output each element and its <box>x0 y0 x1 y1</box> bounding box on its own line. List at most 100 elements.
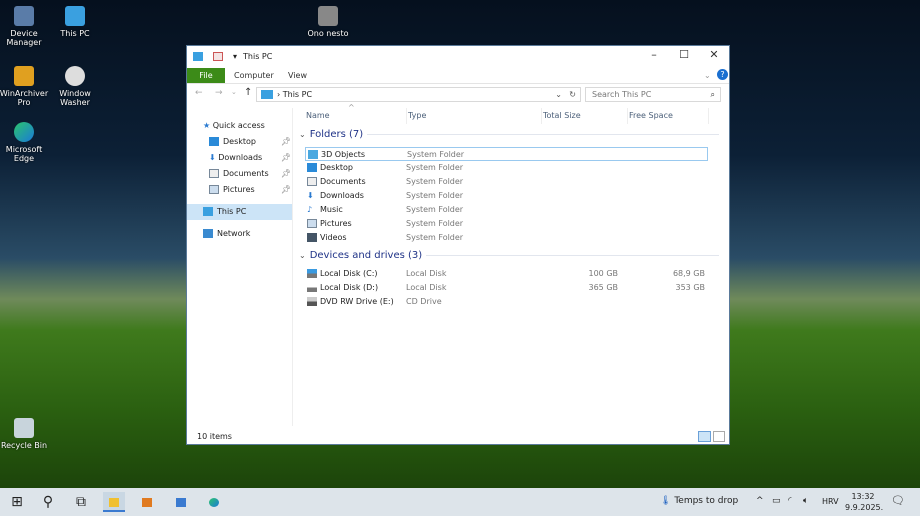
drive-row[interactable]: Local Disk (D:) Local Disk 365 GB 353 GB <box>305 281 708 295</box>
breadcrumb[interactable]: This PC <box>283 90 312 99</box>
nav-network[interactable]: Network <box>203 226 250 242</box>
recycle-bin-icon <box>14 418 34 438</box>
column-name[interactable]: Name <box>306 108 406 124</box>
edge-icon <box>14 122 34 142</box>
help-icon[interactable]: ? <box>717 69 728 80</box>
thermometer-icon: 🌡︎ <box>660 496 672 506</box>
expand-ribbon-icon[interactable]: ⌄ <box>704 68 711 83</box>
desktop-icon <box>209 137 219 146</box>
desktop-icon-this-pc[interactable]: This PC <box>48 6 102 38</box>
folder-row[interactable]: Pictures System Folder <box>305 217 708 231</box>
folder-row[interactable]: Videos System Folder <box>305 231 708 245</box>
recent-locations-icon[interactable]: ⌄ <box>231 88 237 96</box>
up-button[interactable]: ↑ <box>244 87 252 98</box>
desktop-icon-device-manager[interactable]: Device Manager <box>0 6 51 47</box>
language-indicator[interactable]: HRV <box>822 497 839 506</box>
minimize-button[interactable]: – <box>639 48 669 61</box>
column-free-space[interactable]: Free Space <box>627 108 709 124</box>
download-icon: ⬇ <box>307 191 314 200</box>
desktop-icon-ono-nesto[interactable]: Ono nesto <box>301 6 355 38</box>
battery-icon[interactable]: ▭ <box>772 496 781 506</box>
icon-label: Window Washer <box>59 89 91 107</box>
desktop-icon-window-washer[interactable]: Window Washer <box>48 66 102 107</box>
nav-desktop[interactable]: Desktop 📌︎ <box>209 134 291 150</box>
maximize-button[interactable]: ☐ <box>669 48 699 61</box>
this-pc-icon <box>65 6 85 26</box>
edge-taskbar-button[interactable] <box>203 492 225 512</box>
group-devices-drives[interactable]: ⌄ Devices and drives (3) <box>299 250 719 261</box>
nav-this-pc[interactable]: This PC <box>187 204 292 220</box>
folder-row[interactable]: 3D Objects System Folder <box>305 147 708 161</box>
navigation-pane: ★ Quick access Desktop 📌︎ ⬇ Downloads 📌︎ D… <box>187 108 293 426</box>
nav-pictures[interactable]: Pictures 📌︎ <box>209 182 291 198</box>
this-pc-icon <box>261 90 273 99</box>
status-item-count: 10 items <box>197 432 232 441</box>
back-button[interactable]: ← <box>195 88 203 98</box>
drive-row[interactable]: Local Disk (C:) Local Disk 100 GB 68,9 GB <box>305 267 708 281</box>
column-type[interactable]: Type <box>406 108 541 124</box>
show-hidden-icons[interactable]: ^ <box>756 496 764 506</box>
clock[interactable]: 13:32 9.9.2025. <box>845 491 883 513</box>
download-icon: ⬇ <box>209 153 219 162</box>
media-player-taskbar-button[interactable] <box>136 492 158 512</box>
notifications-icon[interactable]: 🗨︎ <box>891 494 905 507</box>
pictures-icon <box>307 217 321 231</box>
folder-row[interactable]: Documents System Folder <box>305 175 708 189</box>
archive-icon <box>14 66 34 86</box>
media-icon <box>318 6 338 26</box>
tab-file[interactable]: File <box>187 68 225 83</box>
icon-label: WinArchiver Pro <box>0 89 49 107</box>
device-manager-icon <box>14 6 34 26</box>
documents-icon <box>209 169 219 178</box>
start-button[interactable]: ⊞ <box>6 492 28 512</box>
tab-view[interactable]: View <box>288 68 307 83</box>
quick-access-dropdown-icon[interactable]: ▾ <box>233 52 237 61</box>
drive-icon <box>307 281 321 295</box>
search-button[interactable]: ⚲ <box>37 492 59 512</box>
group-folders[interactable]: ⌄ Folders (7) <box>299 129 719 140</box>
file-explorer-taskbar-button[interactable] <box>103 492 125 512</box>
this-pc-icon <box>193 51 203 61</box>
drive-row[interactable]: DVD RW Drive (E:) CD Drive <box>305 295 708 309</box>
washer-icon <box>65 66 85 86</box>
folder-row[interactable]: Desktop System Folder <box>305 161 708 175</box>
volume-icon[interactable]: 🔈︎ <box>803 496 808 506</box>
desktop-icon-winarchiver[interactable]: WinArchiver Pro <box>0 66 51 107</box>
address-bar[interactable]: › This PC ⌄ ↻ <box>256 87 581 102</box>
app-taskbar-button[interactable] <box>170 492 192 512</box>
address-dropdown-icon[interactable]: ⌄ <box>555 88 562 101</box>
search-input[interactable]: Search This PC ⌕ <box>585 87 721 102</box>
column-total-size[interactable]: Total Size <box>541 108 627 124</box>
star-icon: ★ <box>203 121 213 130</box>
close-button[interactable]: ✕ <box>699 48 729 61</box>
nav-downloads[interactable]: ⬇ Downloads 📌︎ <box>209 150 291 166</box>
explorer-window: ▾ This PC – ☐ ✕ File Computer View ⌄ ? ←… <box>186 45 730 445</box>
desktop-icon <box>307 161 321 175</box>
refresh-icon[interactable]: ↻ <box>569 88 576 101</box>
window-title: This PC <box>243 51 273 61</box>
tab-computer[interactable]: Computer <box>234 68 274 83</box>
music-icon: ♪ <box>307 205 313 214</box>
weather-widget[interactable]: 🌡︎ Temps to drop <box>660 496 738 506</box>
pin-icon: 📌︎ <box>280 137 291 146</box>
details-view-button[interactable] <box>698 431 711 442</box>
large-icons-view-button[interactable] <box>713 431 725 442</box>
properties-icon[interactable] <box>213 51 223 61</box>
videos-icon <box>307 231 321 245</box>
task-view-button[interactable]: ⧉ <box>70 492 92 512</box>
desktop-icon-recycle-bin[interactable]: Recycle Bin <box>0 418 51 450</box>
nav-documents[interactable]: Documents 📌︎ <box>209 166 291 182</box>
wifi-icon[interactable]: ◜ <box>788 496 792 506</box>
windows-drive-icon <box>307 267 321 281</box>
icon-label: Recycle Bin <box>0 441 48 450</box>
desktop-icon-edge[interactable]: Microsoft Edge <box>0 122 51 163</box>
pin-icon: 📌︎ <box>280 169 291 178</box>
forward-button[interactable]: → <box>215 88 223 98</box>
icon-label: Device Manager <box>6 29 42 47</box>
icon-label: Ono nesto <box>307 29 349 38</box>
folder-row[interactable]: ♪ Music System Folder <box>305 203 708 217</box>
ribbon: File Computer View ⌄ ? <box>187 66 729 84</box>
folder-row[interactable]: ⬇ Downloads System Folder <box>305 189 708 203</box>
nav-quick-access[interactable]: ★ Quick access <box>203 118 265 134</box>
search-placeholder: Search This PC <box>592 90 652 99</box>
